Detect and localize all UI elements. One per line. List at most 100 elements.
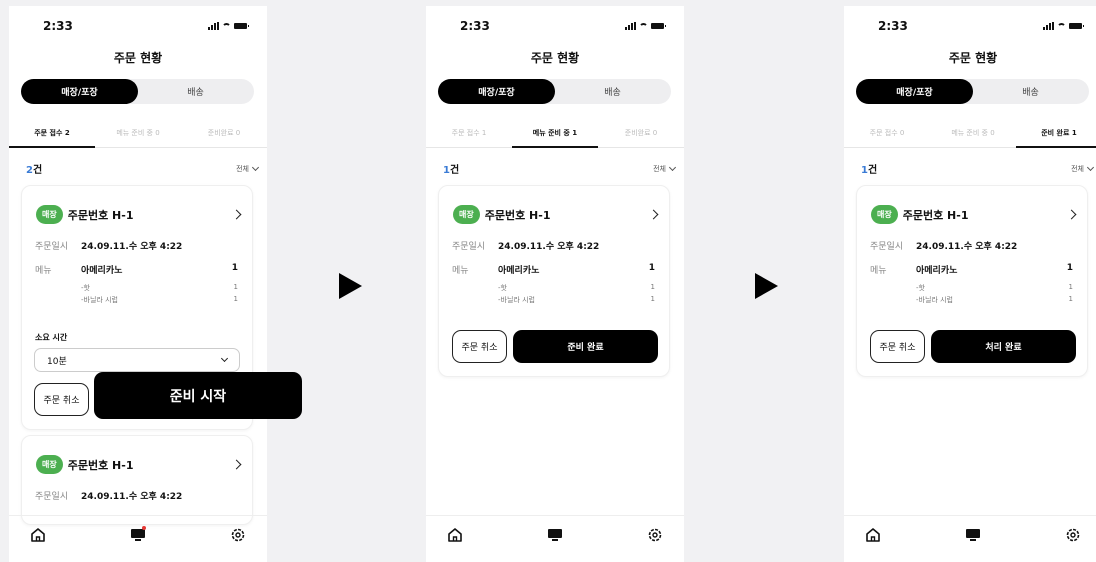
clock: 2:33 <box>878 19 908 33</box>
status-tabs: 주문 접수 2 메뉴 준비 중 0 준비완료 0 <box>9 124 267 148</box>
screen-preparing: 2:33 주문 현황 매장/포장 배송 주문 접수 1 메뉴 준비 중 1 준비… <box>426 6 684 562</box>
order-card[interactable]: 매장 주문번호 H-1 주문일시 24.09.11.수 오후 4:22 메뉴 아… <box>856 185 1088 377</box>
option-row: -바닐라 시럽 1 <box>81 295 238 304</box>
wifi-icon <box>1057 22 1066 30</box>
order-card[interactable]: 매장 주문번호 H-1 주문일시 24.09.11.수 오후 4:22 <box>21 435 253 525</box>
monitor-icon[interactable] <box>129 526 147 544</box>
order-type-toggle: 매장/포장 배송 <box>438 79 671 104</box>
chevron-down-icon <box>251 163 260 171</box>
menu-item: 아메리카노 <box>916 266 958 276</box>
screen-order-received: 2:33 주문 현황 매장/포장 배송 주문 접수 2 메뉴 준비 중 0 준비… <box>9 6 267 562</box>
tab-ready[interactable]: 준비완료 0 <box>181 124 267 147</box>
tab-preparing[interactable]: 메뉴 준비 중 1 <box>512 124 598 148</box>
tab-received[interactable]: 주문 접수 2 <box>9 124 95 148</box>
option-row: -핫 1 <box>498 283 655 292</box>
tab-preparing[interactable]: 메뉴 준비 중 0 <box>930 124 1016 147</box>
order-type-toggle: 매장/포장 배송 <box>21 79 254 104</box>
signal-icon <box>208 22 219 30</box>
store-badge: 매장 <box>36 455 63 474</box>
page-title: 주문 현황 <box>530 51 580 65</box>
order-card[interactable]: 매장 주문번호 H-1 주문일시 24.09.11.수 오후 4:22 메뉴 아… <box>438 185 670 377</box>
option-row: -바닐라 시럽 1 <box>498 295 655 304</box>
order-count: 1건 <box>443 165 460 176</box>
prep-time-label: 소요 시간 <box>35 333 68 342</box>
clock: 2:33 <box>43 19 73 33</box>
tab-preparing[interactable]: 메뉴 준비 중 0 <box>95 124 181 147</box>
screen-ready: 2:33 주문 현황 매장/포장 배송 주문 접수 0 메뉴 준비 중 0 준비… <box>844 6 1096 562</box>
status-bar: 2:33 <box>878 19 1084 33</box>
tab-ready[interactable]: 준비 완료 1 <box>1016 124 1096 148</box>
battery-icon <box>651 23 666 29</box>
tab-received[interactable]: 주문 접수 1 <box>426 124 512 147</box>
settings-icon[interactable] <box>229 526 247 544</box>
segment-pickup[interactable]: 매장/포장 <box>21 79 138 104</box>
settings-icon[interactable] <box>646 526 664 544</box>
bottom-nav <box>844 515 1096 562</box>
segment-delivery[interactable]: 배송 <box>137 79 254 104</box>
option-row: -핫 1 <box>81 283 238 292</box>
monitor-icon[interactable] <box>964 526 982 544</box>
play-arrow-icon <box>755 273 778 299</box>
order-date: 24.09.11.수 오후 4:22 <box>498 242 600 252</box>
chevron-right-icon[interactable] <box>648 209 659 220</box>
page-title: 주문 현황 <box>113 51 163 65</box>
tab-received[interactable]: 주문 접수 0 <box>844 124 930 147</box>
filter-dropdown[interactable]: 전체 <box>1071 163 1095 174</box>
cancel-order-button[interactable]: 주문 취소 <box>452 330 507 363</box>
signal-icon <box>625 22 636 30</box>
order-number: 주문번호 H-1 <box>67 458 134 472</box>
segment-delivery[interactable]: 배송 <box>554 79 671 104</box>
order-date: 24.09.11.수 오후 4:22 <box>916 242 1018 252</box>
status-bar: 2:33 <box>43 19 249 33</box>
wifi-icon <box>639 22 648 30</box>
segment-delivery[interactable]: 배송 <box>972 79 1089 104</box>
battery-icon <box>1069 23 1084 29</box>
bottom-nav <box>9 515 267 562</box>
filter-dropdown[interactable]: 전체 <box>236 163 260 174</box>
bottom-nav <box>426 515 684 562</box>
order-number: 주문번호 H-1 <box>67 208 134 222</box>
menu-item: 아메리카노 <box>81 266 123 276</box>
menu-item: 아메리카노 <box>498 266 540 276</box>
notification-dot <box>142 526 146 530</box>
store-badge: 매장 <box>871 205 898 224</box>
chevron-down-icon <box>668 163 677 171</box>
page-title: 주문 현황 <box>948 51 998 65</box>
order-number: 주문번호 H-1 <box>484 208 551 222</box>
chevron-right-icon[interactable] <box>1066 209 1077 220</box>
order-type-toggle: 매장/포장 배송 <box>856 79 1089 104</box>
start-preparing-button[interactable]: 준비 시작 <box>94 372 302 419</box>
battery-icon <box>234 23 249 29</box>
signal-icon <box>1043 22 1054 30</box>
cancel-order-button[interactable]: 주문 취소 <box>34 383 89 416</box>
play-arrow-icon <box>339 273 362 299</box>
chevron-right-icon[interactable] <box>231 209 242 220</box>
home-icon[interactable] <box>29 526 47 544</box>
option-row: -핫 1 <box>916 283 1073 292</box>
ready-complete-button[interactable]: 준비 완료 <box>513 330 658 363</box>
chevron-down-icon <box>220 354 229 363</box>
store-badge: 매장 <box>453 205 480 224</box>
monitor-icon[interactable] <box>546 526 564 544</box>
tab-ready[interactable]: 준비완료 0 <box>598 124 684 147</box>
order-date: 24.09.11.수 오후 4:22 <box>81 242 183 252</box>
segment-pickup[interactable]: 매장/포장 <box>438 79 555 104</box>
chevron-right-icon[interactable] <box>231 459 242 470</box>
status-tabs: 주문 접수 1 메뉴 준비 중 1 준비완료 0 <box>426 124 684 148</box>
order-number: 주문번호 H-1 <box>902 208 969 222</box>
segment-pickup[interactable]: 매장/포장 <box>856 79 973 104</box>
wifi-icon <box>222 22 231 30</box>
home-icon[interactable] <box>864 526 882 544</box>
option-row: -바닐라 시럽 1 <box>916 295 1073 304</box>
cancel-order-button[interactable]: 주문 취소 <box>870 330 925 363</box>
order-count: 1건 <box>861 165 878 176</box>
chevron-down-icon <box>1086 163 1095 171</box>
home-icon[interactable] <box>446 526 464 544</box>
settings-icon[interactable] <box>1064 526 1082 544</box>
store-badge: 매장 <box>36 205 63 224</box>
process-complete-button[interactable]: 처리 완료 <box>931 330 1076 363</box>
status-bar: 2:33 <box>460 19 666 33</box>
filter-dropdown[interactable]: 전체 <box>653 163 677 174</box>
order-count: 2건 <box>26 165 43 176</box>
prep-time-select[interactable]: 10분 <box>34 348 240 372</box>
